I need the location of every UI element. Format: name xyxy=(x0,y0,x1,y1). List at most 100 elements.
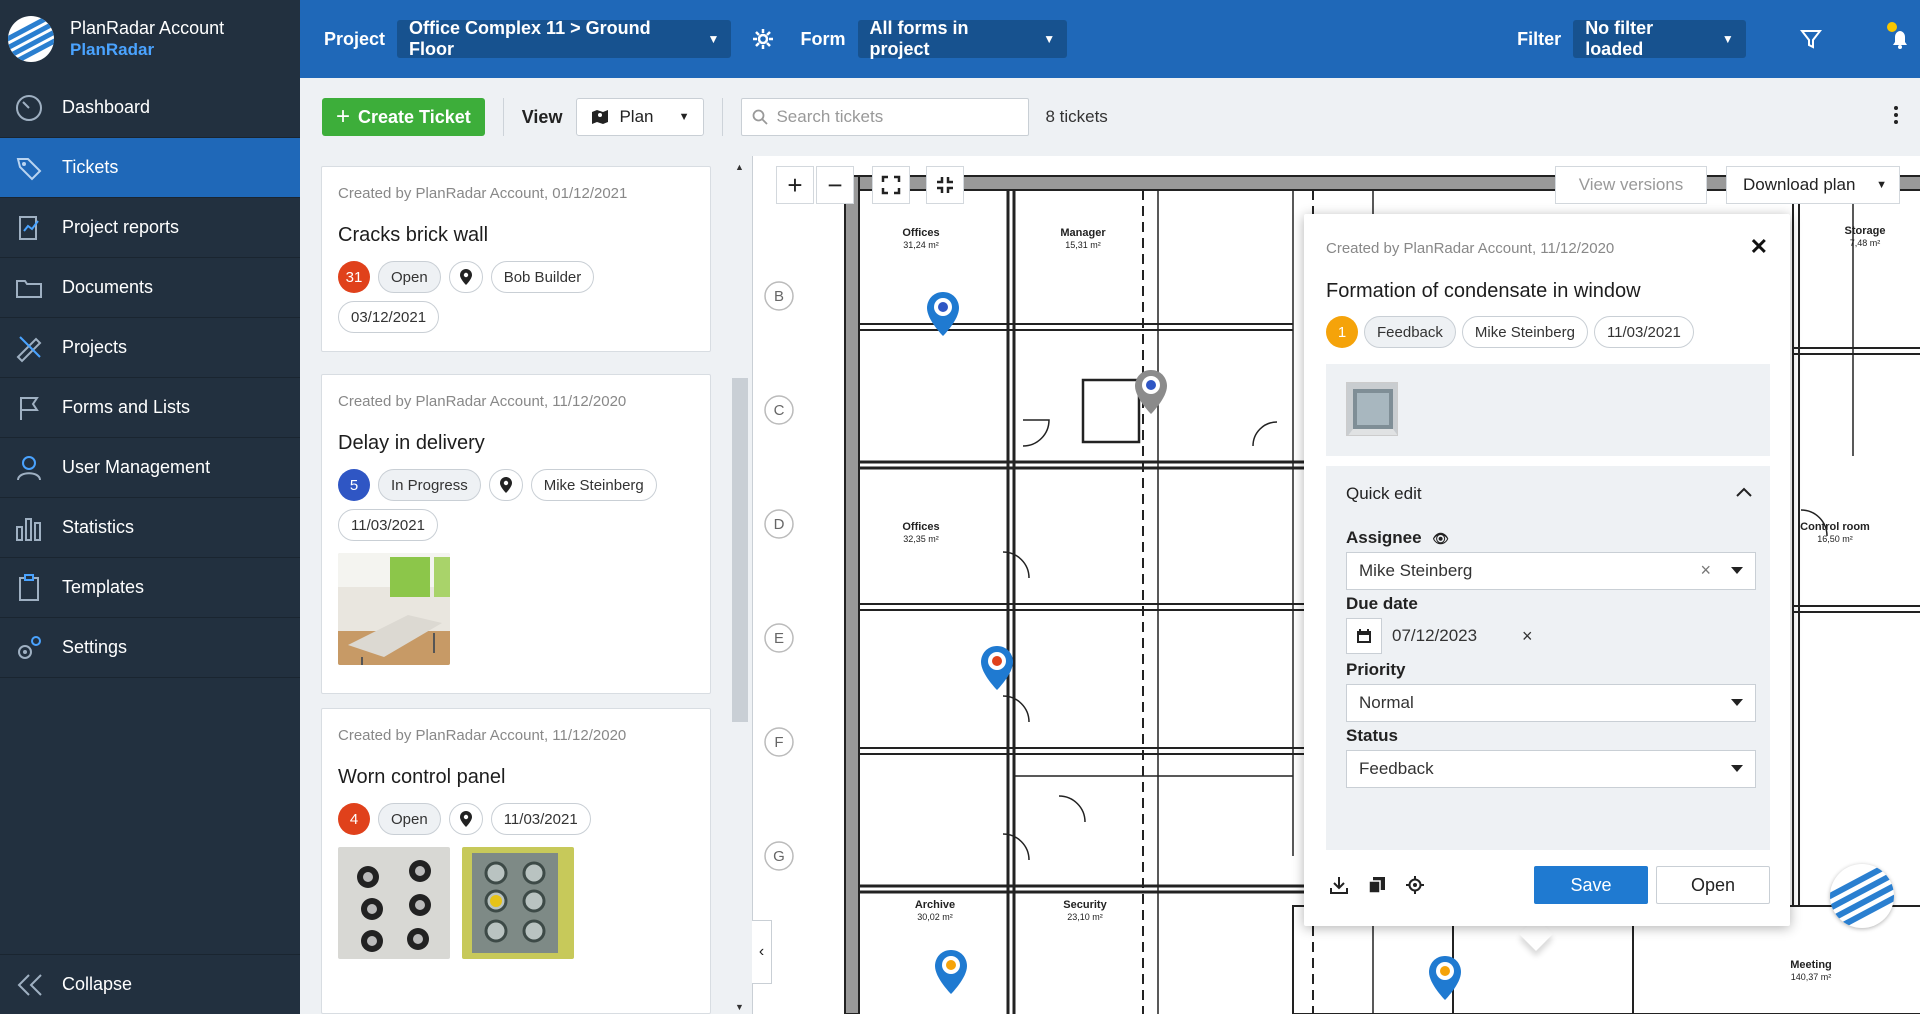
search-icon xyxy=(752,109,769,125)
room-name: Control room xyxy=(1800,521,1870,533)
ticket-toolbar: + Create Ticket View Plan ▼ 8 tickets xyxy=(300,78,1920,156)
sidebar-item-dashboard[interactable]: Dashboard xyxy=(0,78,300,138)
ticket-quick-view-popup: Created by PlanRadar Account, 11/12/2020… xyxy=(1304,214,1790,926)
sidebar-item-settings[interactable]: Settings xyxy=(0,618,300,678)
download-plan-button[interactable]: Download plan ▼ xyxy=(1726,166,1900,204)
caret-down-icon xyxy=(1731,699,1743,706)
assignee-select[interactable]: Mike Steinberg × xyxy=(1346,552,1756,590)
view-mode-select[interactable]: Plan ▼ xyxy=(576,98,705,136)
room-area: 31,24 m² xyxy=(903,240,939,250)
room-name: Archive xyxy=(915,899,955,911)
plus-icon: + xyxy=(336,103,351,130)
filter-select[interactable]: No filter loaded ▼ xyxy=(1573,18,1746,59)
room-name: Offices xyxy=(902,227,939,239)
ticket-photo-window[interactable] xyxy=(1346,382,1398,436)
scroll-up-icon[interactable]: ▲ xyxy=(735,162,744,172)
scroll-down-icon[interactable]: ▼ xyxy=(735,1002,744,1012)
ticket-count: 8 tickets xyxy=(1045,107,1108,126)
download-icon[interactable] xyxy=(1328,874,1350,896)
quick-edit-heading: Quick edit xyxy=(1346,484,1422,503)
ticket-pin-selected-icon[interactable] xyxy=(1427,954,1467,1010)
sidebar-item-project-reports[interactable]: Project reports xyxy=(0,198,300,258)
caret-down-icon xyxy=(1731,765,1743,772)
assignee-label-text: Assignee xyxy=(1346,528,1422,547)
ticket-photo-meeting-room[interactable] xyxy=(338,553,450,665)
more-options-icon[interactable] xyxy=(1892,106,1900,124)
priority-select[interactable]: Normal xyxy=(1346,684,1756,722)
fit-to-screen-icon[interactable] xyxy=(926,166,964,204)
ticket-pin-grey-icon[interactable] xyxy=(1133,368,1173,424)
divider xyxy=(502,98,504,136)
folder-icon xyxy=(12,271,46,305)
sidebar-item-statistics[interactable]: Statistics xyxy=(0,498,300,558)
ticket-card[interactable]: Created by PlanRadar Account, 11/12/2020… xyxy=(321,708,711,1014)
save-button[interactable]: Save xyxy=(1534,866,1648,904)
ticket-pin-red-icon[interactable] xyxy=(979,644,1019,700)
zoom-out-button[interactable]: − xyxy=(816,166,854,204)
priority-select-value: Normal xyxy=(1359,693,1414,712)
funnel-filter-icon[interactable] xyxy=(1792,19,1831,59)
row-label-b: B xyxy=(774,288,784,305)
calendar-icon[interactable] xyxy=(1346,618,1382,654)
collapse-list-chevron-left-icon[interactable]: ‹ xyxy=(752,920,772,984)
ticket-photo-control-panel-2[interactable] xyxy=(462,847,574,959)
assignee-chip: Mike Steinberg xyxy=(530,469,657,501)
caret-down-icon: ▼ xyxy=(1876,179,1887,191)
due-date-value[interactable]: 07/12/2023 xyxy=(1392,626,1477,646)
clear-date-icon[interactable]: × xyxy=(1522,626,1533,647)
copy-icon[interactable] xyxy=(1366,874,1388,896)
sidebar-item-documents[interactable]: Documents xyxy=(0,258,300,318)
sidebar-item-label: Settings xyxy=(62,637,128,657)
close-icon[interactable]: ✕ xyxy=(1750,234,1768,260)
view-versions-button[interactable]: View versions xyxy=(1555,166,1707,204)
room-area: 7,48 m² xyxy=(1850,238,1881,248)
ticket-pin-blue-icon[interactable] xyxy=(925,290,965,346)
caret-down-icon: ▼ xyxy=(1721,32,1734,46)
create-ticket-button[interactable]: + Create Ticket xyxy=(322,98,485,136)
ticket-photo-control-panel-1[interactable] xyxy=(338,847,450,959)
top-bar: Project Office Complex 11 > Ground Floor… xyxy=(300,0,1920,78)
caret-down-icon xyxy=(1731,567,1743,574)
ticket-title: Worn control panel xyxy=(338,766,506,788)
ticket-pin-orange-icon[interactable] xyxy=(933,948,973,1004)
sidebar-item-user-management[interactable]: User Management xyxy=(0,438,300,498)
map-icon xyxy=(591,109,609,125)
fullscreen-expand-icon[interactable] xyxy=(872,166,910,204)
sidebar-item-projects[interactable]: Projects xyxy=(0,318,300,378)
search-tickets-field[interactable] xyxy=(741,98,1030,136)
clear-icon[interactable]: × xyxy=(1700,560,1711,581)
assignee-select-value: Mike Steinberg xyxy=(1359,561,1473,580)
sidebar-item-tickets[interactable]: Tickets xyxy=(0,138,300,198)
location-pin-icon[interactable] xyxy=(488,469,523,501)
sidebar-item-forms-and-lists[interactable]: Forms and Lists xyxy=(0,378,300,438)
project-settings-gear-icon[interactable] xyxy=(743,19,782,59)
planradar-help-logo-icon[interactable] xyxy=(1830,864,1894,928)
ticket-card[interactable]: Created by PlanRadar Account, 01/12/2021… xyxy=(321,166,711,352)
ticket-images-area xyxy=(1326,364,1770,456)
account-header[interactable]: PlanRadar Account PlanRadar xyxy=(0,0,300,78)
status-select[interactable]: Feedback xyxy=(1346,750,1756,788)
search-input[interactable] xyxy=(776,107,1017,127)
project-select[interactable]: Office Complex 11 > Ground Floor ▼ xyxy=(397,18,732,59)
create-ticket-label: Create Ticket xyxy=(358,106,471,127)
open-ticket-button[interactable]: Open xyxy=(1656,866,1770,904)
locate-crosshair-icon[interactable] xyxy=(1404,874,1426,896)
form-select[interactable]: All forms in project ▼ xyxy=(857,18,1068,59)
ticket-card[interactable]: Created by PlanRadar Account, 11/12/2020… xyxy=(321,374,711,694)
zoom-in-button[interactable]: + xyxy=(776,166,814,204)
row-label-c: C xyxy=(774,402,785,419)
location-pin-icon[interactable] xyxy=(448,803,483,835)
room-area: 23,10 m² xyxy=(1067,912,1103,922)
bar-chart-icon xyxy=(12,511,46,545)
double-chevron-left-icon xyxy=(16,973,44,997)
sidebar-item-templates[interactable]: Templates xyxy=(0,558,300,618)
location-pin-icon[interactable] xyxy=(448,261,483,293)
list-scrollbar-thumb[interactable] xyxy=(732,378,748,722)
collapse-sidebar-button[interactable]: Collapse xyxy=(0,954,300,1014)
ticket-meta: Created by PlanRadar Account, 11/12/2020 xyxy=(338,393,627,410)
ticket-title: Delay in delivery xyxy=(338,432,485,454)
room-name: Manager xyxy=(1060,227,1106,239)
filter-label: Filter xyxy=(1517,28,1562,49)
clipboard-icon xyxy=(12,571,46,605)
chevron-up-icon[interactable] xyxy=(1736,484,1752,502)
